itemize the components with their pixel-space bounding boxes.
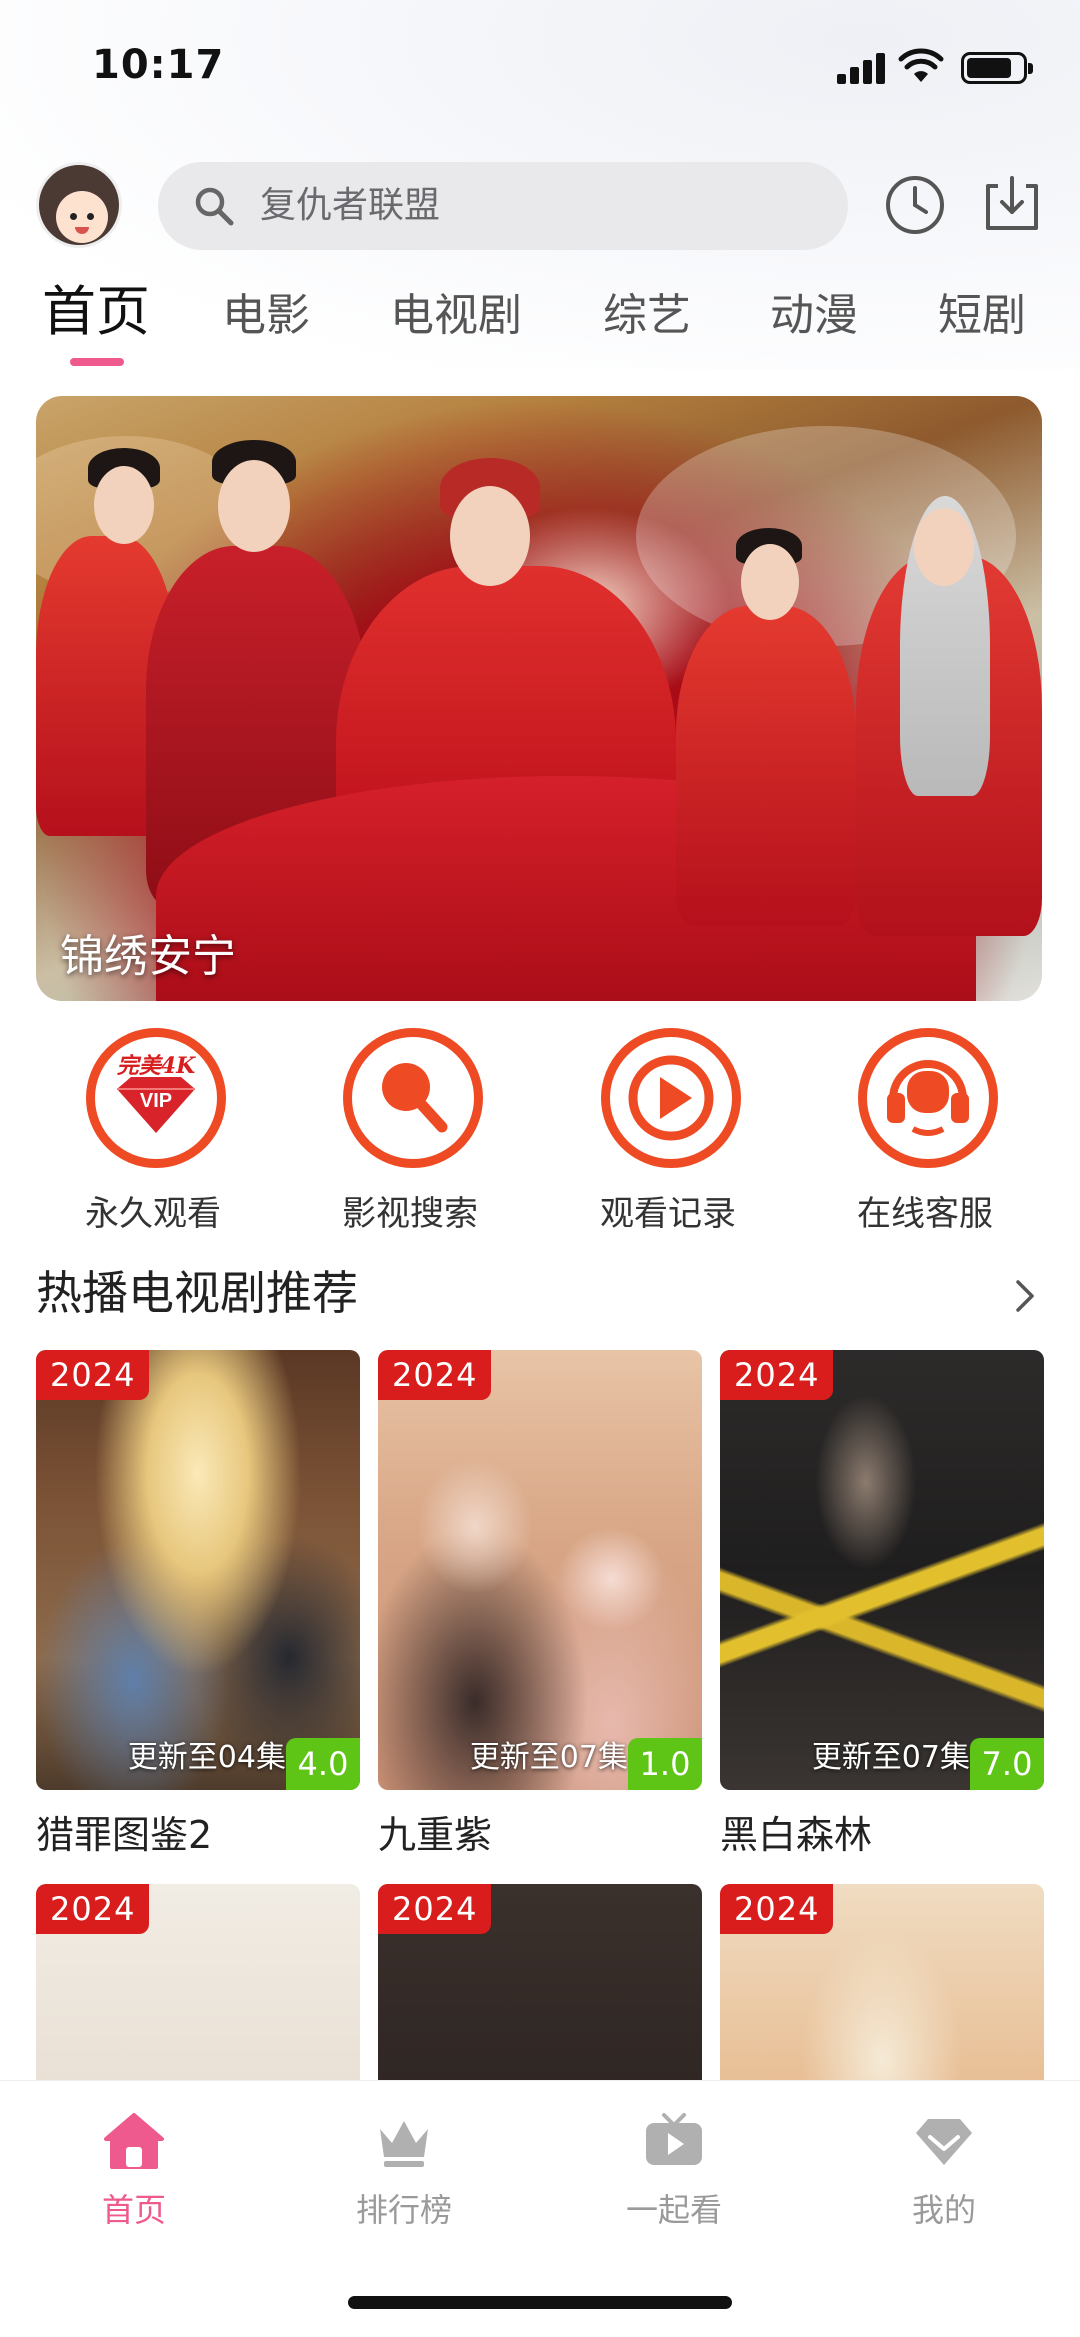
quick-action-label: 在线客服 xyxy=(857,1194,993,1234)
drama-card[interactable]: 2024 xyxy=(378,1884,702,2080)
year-badge: 2024 xyxy=(36,1350,150,1400)
drama-card[interactable]: 2024 xyxy=(36,1884,360,2080)
tab-anime[interactable]: 动漫 xyxy=(770,286,858,346)
home-icon xyxy=(104,2113,164,2169)
tab-home[interactable]: 首页 xyxy=(42,280,150,344)
history-clock-icon[interactable] xyxy=(884,174,946,236)
chevron-right-icon[interactable] xyxy=(1010,1276,1040,1316)
year-badge: 2024 xyxy=(378,1350,492,1400)
play-history-icon xyxy=(601,1028,741,1168)
avatar[interactable] xyxy=(36,162,122,248)
home-indicator xyxy=(348,2296,732,2309)
tab-active-indicator xyxy=(70,358,124,366)
tv-play-icon xyxy=(646,2113,702,2165)
nav-profile[interactable]: 我的 xyxy=(864,2111,1024,2231)
drama-card[interactable]: 2024 更新至04集 4.0 猎罪图鉴2 xyxy=(36,1350,360,1870)
status-bar: 10:17 xyxy=(0,0,1080,140)
quick-action-support[interactable]: 在线客服 xyxy=(850,1028,1000,1234)
search-input[interactable]: 复仇者联盟 xyxy=(158,162,848,250)
wifi-icon xyxy=(898,48,944,82)
battery-icon xyxy=(961,52,1033,84)
drama-card[interactable]: 2024 更新至07集 7.0 黑白森林 xyxy=(720,1350,1044,1870)
poster-image xyxy=(36,1350,360,1790)
banner-title: 锦绣安宁 xyxy=(60,931,236,982)
crown-icon xyxy=(380,2121,428,2167)
score-badge: 4.0 xyxy=(286,1738,360,1790)
year-badge: 2024 xyxy=(720,1884,834,1934)
hero-banner[interactable] xyxy=(36,396,1042,1001)
quick-action-label: 影视搜索 xyxy=(342,1194,478,1234)
tab-variety[interactable]: 综艺 xyxy=(603,286,691,346)
section-title: 热播电视剧推荐 xyxy=(36,1266,358,1320)
cellular-signal-icon xyxy=(837,52,885,84)
vip-diamond-icon: 完美4K VIP xyxy=(86,1028,226,1168)
quick-action-search[interactable]: 影视搜索 xyxy=(335,1028,485,1234)
quick-action-history[interactable]: 观看记录 xyxy=(593,1028,743,1234)
vip-badge-text: 完美4K xyxy=(117,1053,196,1079)
diamond-icon xyxy=(916,2119,972,2165)
nav-ranking[interactable]: 排行榜 xyxy=(324,2111,484,2231)
card-title: 黑白森林 xyxy=(720,1813,873,1857)
nav-label: 首页 xyxy=(101,2191,166,2229)
year-badge: 2024 xyxy=(720,1350,834,1400)
poster-image xyxy=(720,1350,1044,1790)
score-badge: 7.0 xyxy=(970,1738,1044,1790)
download-icon[interactable] xyxy=(980,172,1044,236)
quick-action-label: 永久观看 xyxy=(85,1194,221,1234)
nav-label: 一起看 xyxy=(625,2191,722,2229)
magnifier-icon xyxy=(343,1028,483,1168)
card-title: 九重紫 xyxy=(378,1813,493,1857)
headset-icon xyxy=(858,1028,998,1168)
year-badge: 2024 xyxy=(36,1884,150,1934)
search-placeholder: 复仇者联盟 xyxy=(260,185,441,226)
drama-card[interactable]: 2024 xyxy=(720,1884,1044,2080)
search-icon xyxy=(195,187,234,226)
quick-action-vip[interactable]: 完美4K VIP 永久观看 xyxy=(78,1028,228,1234)
quick-action-label: 观看记录 xyxy=(600,1194,736,1234)
nav-label: 我的 xyxy=(911,2191,976,2229)
episode-status: 更新至07集 xyxy=(469,1740,628,1775)
nav-watch-together[interactable]: 一起看 xyxy=(594,2111,754,2231)
nav-home[interactable]: 首页 xyxy=(54,2111,214,2231)
vip-inner-text: VIP xyxy=(140,1090,172,1112)
tab-short-drama[interactable]: 短剧 xyxy=(938,286,1026,346)
drama-card[interactable]: 2024 更新至07集 1.0 九重紫 xyxy=(378,1350,702,1870)
poster-image xyxy=(378,1350,702,1790)
year-badge: 2024 xyxy=(378,1884,492,1934)
nav-label: 排行榜 xyxy=(355,2191,452,2229)
category-tabs: 首页 电影 电视剧 综艺 动漫 短剧 xyxy=(0,280,1080,370)
status-time: 10:17 xyxy=(92,42,225,88)
tab-tv-series[interactable]: 电视剧 xyxy=(390,286,522,346)
score-badge: 1.0 xyxy=(628,1738,702,1790)
card-title: 猎罪图鉴2 xyxy=(36,1813,213,1857)
tab-movies[interactable]: 电影 xyxy=(222,286,310,346)
